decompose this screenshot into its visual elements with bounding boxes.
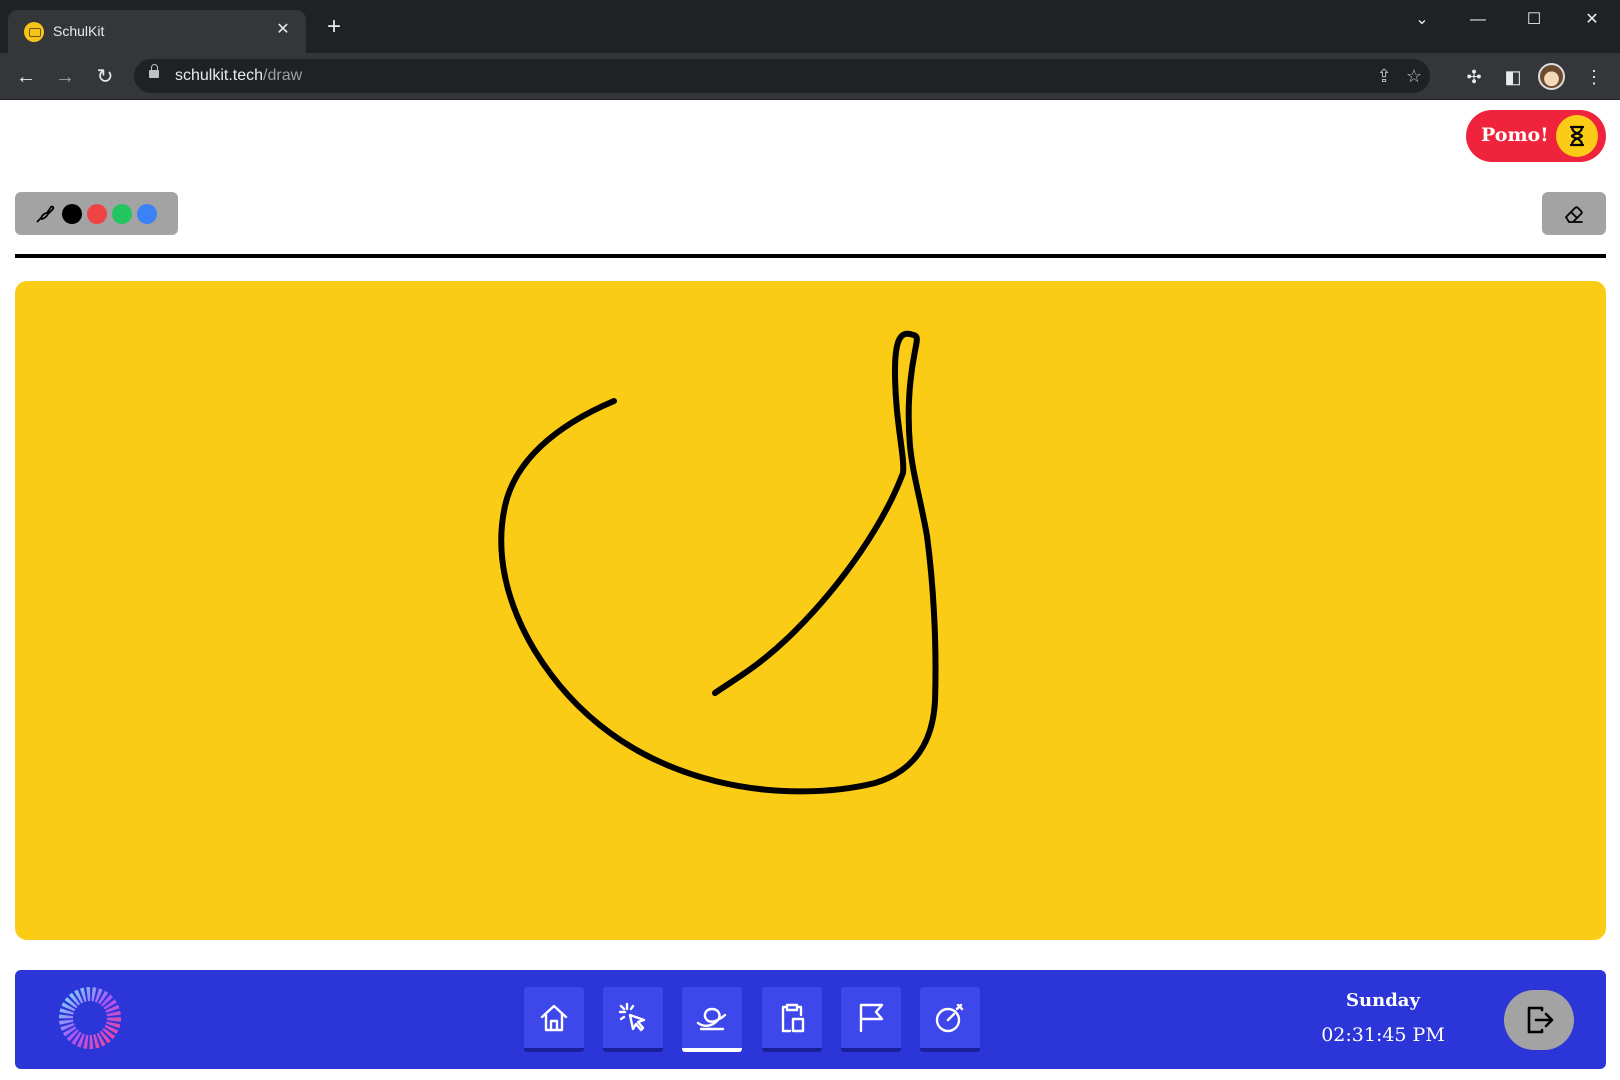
- scribble-icon: [696, 1007, 727, 1031]
- url-path: /draw: [263, 67, 303, 84]
- bookmark-star-icon[interactable]: ☆: [1402, 64, 1426, 88]
- reload-icon[interactable]: ↻: [90, 62, 120, 92]
- home-icon: [540, 1004, 568, 1032]
- browser-tab-strip: SchulKit ✕ + ⌄ — ☐ ✕: [0, 0, 1620, 53]
- forward-arrow-icon[interactable]: →: [50, 62, 80, 92]
- pomo-button[interactable]: Pomo!: [1466, 110, 1606, 162]
- tab-close-icon[interactable]: ✕: [272, 19, 294, 41]
- minimize-button[interactable]: —: [1458, 6, 1498, 34]
- maximize-button[interactable]: ☐: [1514, 6, 1554, 34]
- flag-icon: [859, 1003, 884, 1033]
- schulkit-logo-icon[interactable]: [57, 987, 123, 1049]
- nav-click[interactable]: [603, 987, 663, 1052]
- swatch-black[interactable]: [62, 204, 82, 224]
- side-panel-icon[interactable]: ◧: [1498, 62, 1528, 92]
- url-host: schulkit.tech: [175, 67, 264, 84]
- new-tab-button[interactable]: +: [322, 15, 346, 40]
- current-time: 02:31:45 PM: [1321, 1024, 1445, 1046]
- logout-icon: [1527, 1006, 1554, 1034]
- page: Pomo! Sunday 02:31:45 PM: [0, 100, 1620, 1080]
- swatch-red[interactable]: [87, 204, 107, 224]
- url-text[interactable]: schulkit.tech/draw: [175, 67, 302, 85]
- hourglass-icon: [1556, 115, 1598, 157]
- freehand-stroke: [498, 330, 939, 795]
- share-icon[interactable]: ⇪: [1372, 64, 1396, 88]
- toolbar-divider: [15, 254, 1606, 258]
- nav-clipboard[interactable]: [762, 987, 822, 1052]
- browser-toolbar: ← → ↻ schulkit.tech/draw ⇪ ☆ ✣ ◧ ⋮: [0, 53, 1620, 100]
- more-menu-icon[interactable]: ⋮: [1579, 62, 1609, 92]
- brush-icon[interactable]: [34, 203, 56, 225]
- logout-button[interactable]: [1504, 990, 1574, 1050]
- extensions-puzzle-icon[interactable]: ✣: [1459, 62, 1489, 92]
- nav-flag[interactable]: [841, 987, 901, 1052]
- nav-home[interactable]: [524, 987, 584, 1052]
- nav-draw[interactable]: [682, 987, 742, 1052]
- tab-title: SchulKit: [53, 23, 105, 39]
- stopwatch-icon: [935, 1003, 964, 1033]
- address-bar[interactable]: schulkit.tech/draw ⇪ ☆: [134, 59, 1430, 93]
- bottom-navigation: Sunday 02:31:45 PM: [15, 970, 1606, 1069]
- browser-tab[interactable]: SchulKit ✕: [8, 10, 306, 53]
- pointer-click-icon: [618, 1002, 646, 1032]
- current-day: Sunday: [1346, 990, 1420, 1011]
- back-arrow-icon[interactable]: ←: [11, 62, 41, 92]
- schulkit-favicon-icon: [24, 22, 44, 42]
- pen-color-toolbar: [15, 192, 178, 235]
- clipboard-icon: [781, 1003, 805, 1033]
- lock-icon[interactable]: [149, 64, 159, 78]
- tab-search-icon[interactable]: ⌄: [1402, 6, 1442, 34]
- swatch-green[interactable]: [112, 204, 132, 224]
- close-window-button[interactable]: ✕: [1572, 6, 1612, 34]
- eraser-icon: [1565, 206, 1583, 223]
- swatch-blue[interactable]: [137, 204, 157, 224]
- pomo-label: Pomo!: [1481, 124, 1549, 146]
- drawing-canvas[interactable]: [15, 281, 1606, 940]
- eraser-button[interactable]: [1542, 192, 1606, 235]
- nav-timer[interactable]: [920, 987, 980, 1052]
- profile-avatar[interactable]: [1538, 63, 1565, 90]
